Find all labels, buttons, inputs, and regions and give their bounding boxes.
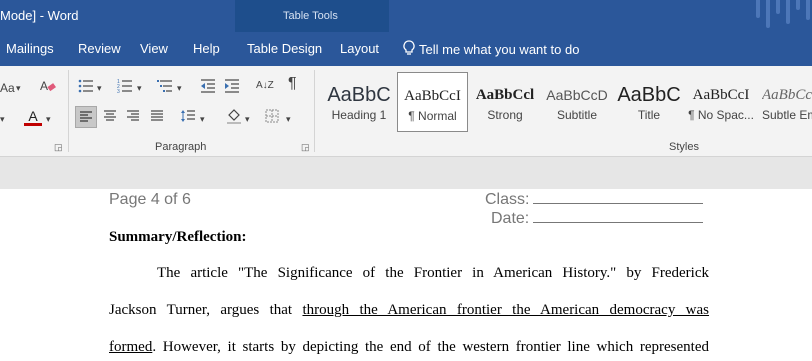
group-separator (314, 70, 315, 152)
title-bar-pattern (742, 0, 812, 32)
date-field[interactable]: Date: (491, 210, 704, 228)
tab-help[interactable]: Help (193, 41, 220, 56)
tell-me-text: Tell me what you want to do (419, 42, 580, 57)
paragraph-dialog-launcher-icon[interactable]: ◲ (301, 142, 310, 153)
justify-icon[interactable] (150, 109, 164, 127)
title-bar: Mode] - Word (0, 0, 812, 32)
line-spacing-dropdown-icon[interactable]: ▾ (200, 111, 205, 127)
tab-review[interactable]: Review (78, 41, 121, 56)
tell-me-search[interactable]: Tell me what you want to do (403, 40, 579, 59)
section-heading: Summary/Reflection: (109, 229, 247, 245)
font-color-icon: A (28, 108, 38, 124)
body-line-3: formed. However, it starts by depicting … (109, 339, 709, 356)
style-preview: AaBbCcl (475, 87, 535, 103)
tab-table-design[interactable]: Table Design (247, 41, 322, 56)
styles-group-label: Styles (669, 141, 699, 153)
style-subtitle[interactable]: AaBbCcD Subtitle (544, 72, 610, 128)
page-number-header: Page 4 of 6 (109, 191, 191, 208)
line-spacing-icon[interactable] (180, 109, 196, 127)
style-name: Subtle Em (762, 108, 812, 122)
borders-dropdown-icon[interactable]: ▾ (286, 111, 291, 127)
decrease-indent-icon[interactable] (200, 78, 216, 98)
increase-indent-icon[interactable] (224, 78, 240, 98)
style-strong[interactable]: AaBbCcl Strong (472, 72, 538, 128)
style-name: Subtitle (556, 108, 598, 122)
table-tools-label: Table Tools (283, 10, 338, 22)
align-left-button[interactable] (75, 106, 97, 128)
shading-icon[interactable] (226, 108, 242, 128)
style-normal[interactable]: AaBbCcI ¶ Normal (397, 72, 468, 132)
class-field[interactable]: Class: (485, 191, 704, 209)
numbering-dropdown-icon[interactable]: ▾ (137, 80, 142, 96)
body-line-1: The article "The Significance of the Fro… (157, 265, 709, 281)
sort-icon[interactable]: A↓Z (256, 78, 274, 94)
font-color-button[interactable]: A (24, 108, 42, 126)
document-page[interactable]: Page 4 of 6 Class: Date: Summary/Reflect… (0, 189, 812, 361)
date-blank-line (533, 210, 704, 223)
shading-dropdown-icon[interactable]: ▾ (245, 111, 250, 127)
style-name: Title (637, 108, 661, 122)
style-heading-1[interactable]: AaBbC Heading 1 (326, 72, 392, 128)
lightbulb-icon (403, 40, 419, 59)
highlight-dropdown-icon[interactable]: ▾ (0, 111, 5, 127)
window-title: Mode] - Word (0, 8, 79, 23)
style-name: ¶ No Spac... (688, 108, 754, 122)
multilevel-list-icon[interactable] (157, 78, 173, 98)
show-hide-pilcrow-icon[interactable]: ¶ (288, 76, 297, 92)
class-label: Class: (485, 191, 530, 208)
style-no-spacing[interactable]: AaBbCcI ¶ No Spac... (688, 72, 754, 128)
style-preview: AaBbCcI (692, 87, 750, 103)
style-preview: AaBbC (617, 84, 681, 106)
tab-layout[interactable]: Layout (340, 41, 379, 56)
paragraph-group-label: Paragraph (155, 141, 207, 153)
font-dialog-launcher-icon[interactable]: ◲ (54, 142, 63, 153)
style-name: Heading 1 (331, 108, 387, 122)
style-name: ¶ Normal (408, 109, 457, 123)
group-separator (68, 70, 69, 152)
borders-icon[interactable] (265, 109, 279, 127)
class-blank-line (533, 191, 704, 204)
bullets-icon[interactable] (78, 78, 94, 98)
bullets-dropdown-icon[interactable]: ▾ (97, 80, 102, 96)
clear-formatting-icon[interactable]: A (40, 78, 56, 98)
multilevel-dropdown-icon[interactable]: ▾ (177, 80, 182, 96)
tab-view[interactable]: View (140, 41, 168, 56)
underlined-text: through the American frontier the Americ… (302, 302, 710, 318)
svg-text:A: A (40, 79, 48, 93)
font-color-dropdown-icon[interactable]: ▾ (46, 111, 51, 127)
align-right-icon[interactable] (126, 109, 140, 127)
style-name: Strong (487, 108, 523, 122)
numbering-icon[interactable]: 123 (117, 78, 133, 98)
tab-mailings[interactable]: Mailings (6, 41, 54, 56)
document-canvas-gap (0, 157, 812, 189)
body-text: . However, it starts by depicting the en… (152, 339, 709, 355)
date-label: Date: (491, 210, 530, 227)
style-preview: AaBbCcD (546, 87, 608, 103)
dropdown-arrow-icon[interactable]: ▾ (16, 80, 21, 96)
svg-text:3: 3 (117, 89, 120, 94)
style-title[interactable]: AaBbC Title (616, 72, 682, 128)
ribbon: Aa ▾ A ▾ A ▾ ◲ ▾ 123 ▾ ▾ A↓Z ¶ ▾ ▾ ▾ Par… (0, 66, 812, 157)
body-line-2: Jackson Turner, argues that through the … (109, 302, 709, 319)
style-preview: AaBbC (327, 84, 391, 106)
style-subtle-emphasis[interactable]: AaBbCc Subtle Em (760, 72, 812, 128)
underlined-text: formed (109, 339, 153, 355)
body-text: Jackson Turner, argues that (109, 302, 303, 318)
style-preview: AaBbCc (762, 87, 812, 103)
font-size-grow-button[interactable]: Aa (0, 80, 15, 96)
ribbon-tab-row: Mailings Review View Help Table Design L… (0, 32, 812, 66)
style-preview: AaBbCcI (404, 88, 461, 104)
align-center-icon[interactable] (103, 109, 117, 127)
